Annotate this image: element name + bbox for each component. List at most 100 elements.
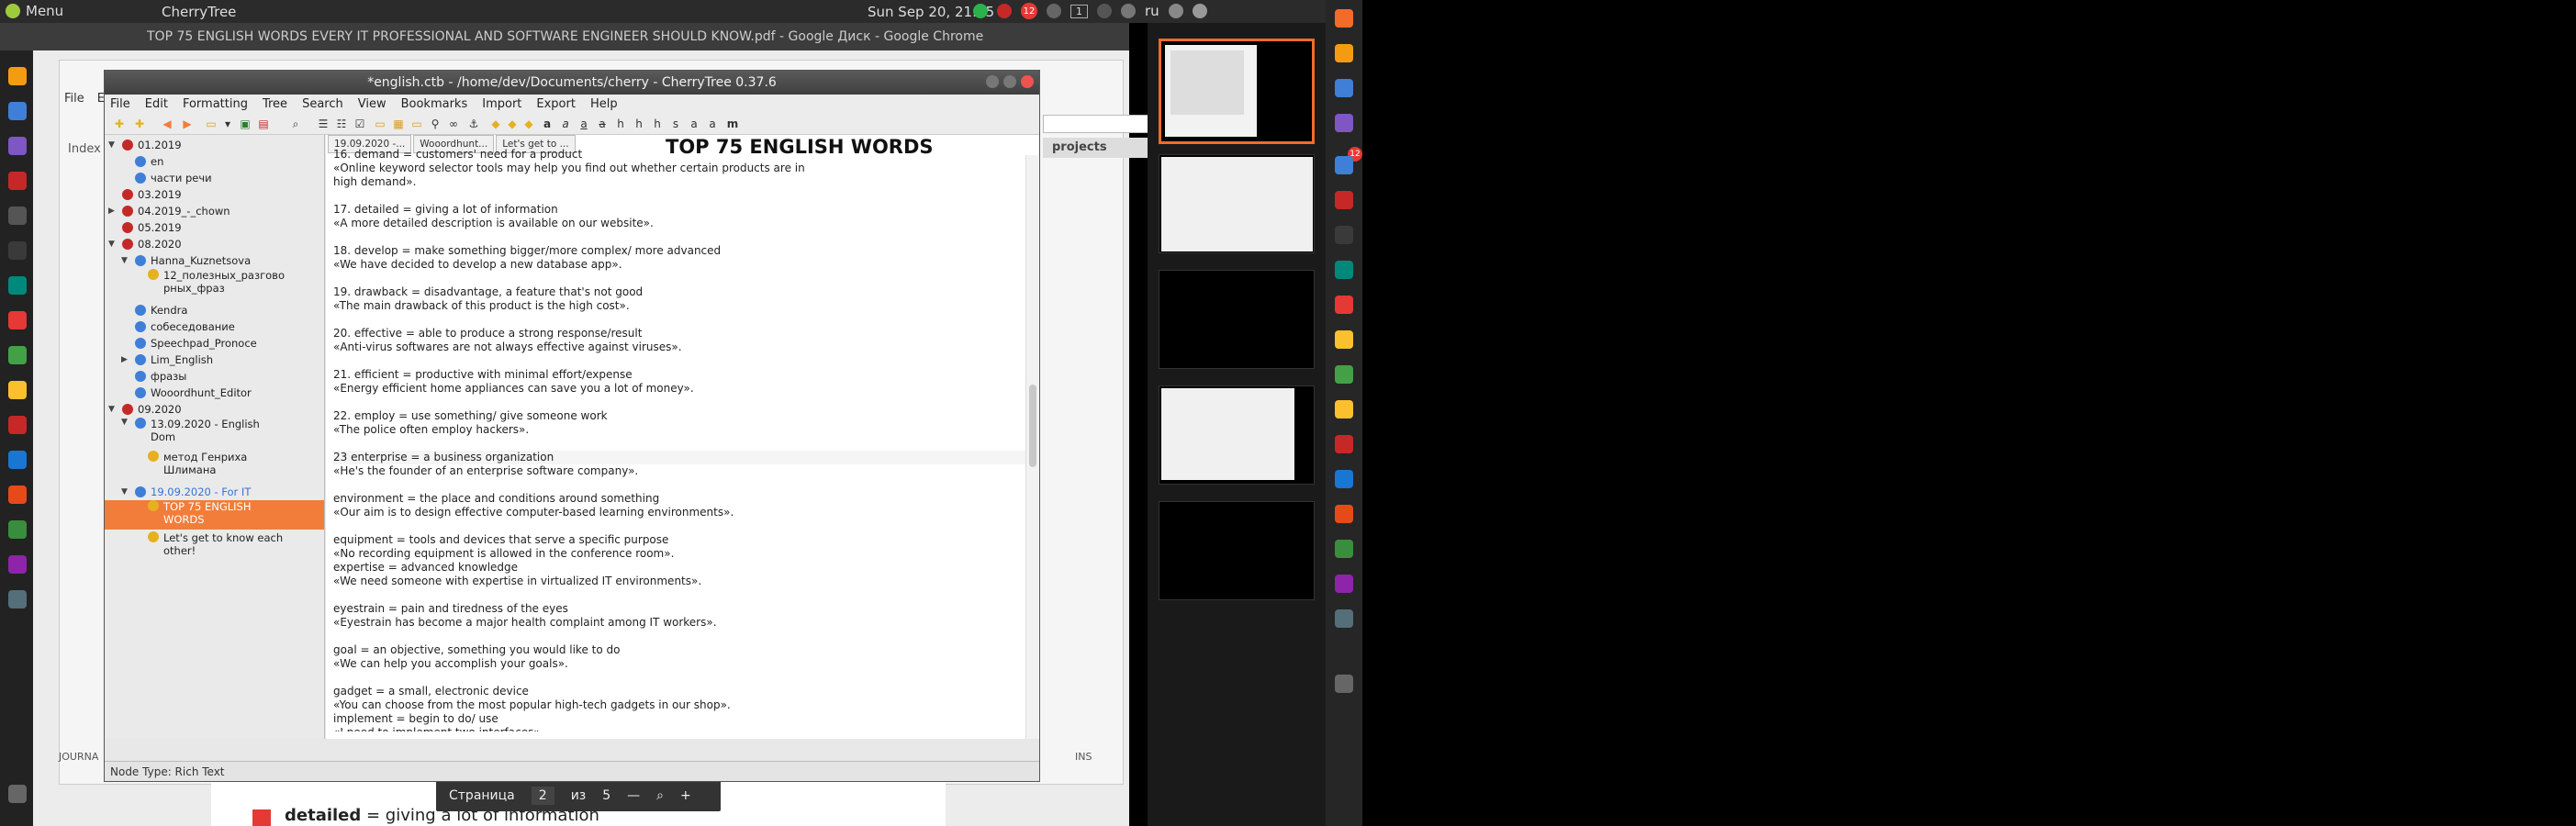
tree-node[interactable]: ▶ 04.2019_-_chown (108, 203, 324, 219)
tree-node[interactable]: 03.2019 (108, 186, 324, 203)
app-icon[interactable] (8, 276, 27, 295)
calculator-icon[interactable] (1335, 540, 1353, 558)
subscript-icon[interactable]: a (705, 117, 720, 131)
page-number-input[interactable]: 2 (531, 787, 554, 805)
expand-arrow-icon[interactable]: ▼ (121, 487, 130, 497)
workspace-indicator[interactable]: 1 (1070, 4, 1088, 18)
cherrytree-titlebar[interactable]: *english.ctb - /home/dev/Documents/cherr… (105, 71, 1039, 95)
workspace-thumbnail[interactable] (1159, 385, 1315, 485)
projects-tab[interactable]: projects (1043, 138, 1153, 158)
go-back-icon[interactable]: ◀ (160, 117, 174, 131)
tree-node[interactable]: ▼ 01.2019 (108, 137, 324, 153)
app-icon[interactable] (1335, 9, 1353, 28)
dropdown-arrow-icon[interactable]: ▾ (220, 117, 235, 131)
apps-grid-icon[interactable] (1097, 4, 1112, 18)
heading1-icon[interactable]: h (613, 117, 628, 131)
expand-arrow-icon[interactable]: ▼ (108, 405, 118, 414)
bold-icon[interactable]: a (540, 117, 554, 131)
tree-node[interactable]: части речи (121, 170, 324, 186)
app-icon[interactable] (8, 102, 27, 120)
zoom-out-icon[interactable]: — (627, 788, 640, 803)
editor-scrollbar[interactable] (1025, 155, 1038, 739)
main-menu-button[interactable]: Menu (6, 3, 63, 19)
open-file-icon[interactable]: ▭ (204, 117, 218, 131)
app-icon[interactable] (1335, 156, 1353, 174)
settings-icon[interactable] (8, 590, 27, 608)
expand-arrow-icon[interactable]: ▼ (121, 418, 130, 427)
app-icon[interactable] (1335, 365, 1353, 384)
git-icon[interactable] (1335, 505, 1353, 523)
bulleted-list-icon[interactable]: ☰ (316, 117, 330, 131)
menu-file[interactable]: File (110, 97, 130, 111)
close-button[interactable] (1021, 75, 1034, 88)
save-icon[interactable]: ▣ (238, 117, 252, 131)
export-pdf-icon[interactable]: ▤ (256, 117, 271, 131)
tree-node[interactable]: ▼ 08.2020 (108, 236, 324, 252)
tree-node[interactable]: ▼ 09.2020 (108, 401, 324, 418)
app-icon[interactable] (8, 451, 27, 469)
insert-link-icon[interactable]: ∞ (446, 117, 461, 131)
tree-node[interactable]: Kendra (121, 302, 324, 318)
foreground-color-icon[interactable]: ◆ (488, 117, 503, 131)
app-icon[interactable] (1335, 191, 1353, 209)
tree-node[interactable]: Wooordhunt_Editor (121, 385, 324, 401)
status-icon[interactable] (973, 4, 988, 18)
app-icon[interactable] (8, 381, 27, 399)
menu-file[interactable]: File (64, 92, 84, 106)
insert-image-icon[interactable]: ▭ (373, 117, 387, 131)
collapse-arrow-icon[interactable]: ▶ (108, 206, 118, 216)
highlight-icon[interactable]: ◆ (521, 117, 536, 131)
underline-icon[interactable]: a (577, 117, 591, 131)
menu-edit[interactable]: Edit (145, 97, 168, 111)
add-node-icon[interactable]: ✚ (112, 117, 127, 131)
italic-icon[interactable]: a (558, 117, 573, 131)
scrollbar-thumb[interactable] (1029, 385, 1036, 467)
collapse-arrow-icon[interactable]: ▶ (121, 355, 130, 364)
heading2-icon[interactable]: h (632, 117, 646, 131)
rich-text-editor[interactable]: 16. demand = customers' need for a produ… (326, 148, 1025, 731)
menu-export[interactable]: Export (536, 97, 576, 111)
cherrytree-icon[interactable] (1335, 435, 1353, 453)
maximize-button[interactable] (1003, 75, 1016, 88)
network-icon[interactable] (1047, 4, 1061, 18)
settings-icon[interactable] (1335, 609, 1353, 628)
viber-icon[interactable] (8, 137, 27, 155)
menu-search[interactable]: Search (302, 97, 343, 111)
minimize-button[interactable] (986, 75, 999, 88)
superscript-icon[interactable]: a (687, 117, 701, 131)
tree-node[interactable]: TOP 75 ENGLISH WORDS (105, 500, 324, 530)
tree-node[interactable]: ▶ Lim_English (121, 352, 324, 368)
app-icon[interactable] (1335, 400, 1353, 419)
insert-codebox-icon[interactable]: ▭ (409, 117, 424, 131)
git-icon[interactable] (8, 486, 27, 504)
menu-formatting[interactable]: Formatting (183, 97, 248, 111)
show-apps-icon[interactable] (1335, 675, 1353, 693)
workspace-thumbnail[interactable] (1159, 39, 1315, 144)
app-icon[interactable] (8, 555, 27, 574)
numbered-list-icon[interactable]: ☷ (334, 117, 349, 131)
app-icon[interactable] (1335, 575, 1353, 593)
tree-node[interactable]: собеседование (121, 318, 324, 335)
cherrytree-icon[interactable] (8, 416, 27, 434)
workspace-thumbnail[interactable] (1159, 270, 1315, 369)
show-apps-icon[interactable] (8, 785, 27, 803)
add-subnode-icon[interactable]: ✚ (132, 117, 147, 131)
tree-node[interactable]: ▼ 19.09.2020 - For IT (121, 484, 324, 500)
tree-node[interactable]: 12_полезных_разгово рных_фраз (134, 269, 324, 298)
app-icon[interactable] (8, 67, 27, 85)
tree-node[interactable]: ▼ 13.09.2020 - English Dom (121, 418, 324, 447)
menu-import[interactable]: Import (482, 97, 521, 111)
expand-arrow-icon[interactable]: ▼ (108, 140, 118, 150)
expand-arrow-icon[interactable]: ▼ (121, 256, 130, 265)
menu-tree[interactable]: Tree (263, 97, 287, 111)
go-forward-icon[interactable]: ▶ (180, 117, 195, 131)
night-mode-icon[interactable] (1121, 4, 1136, 18)
text-editor-icon[interactable] (1335, 330, 1353, 349)
workspace-thumbnail[interactable] (1159, 154, 1315, 253)
small-text-icon[interactable]: s (668, 117, 683, 131)
zoom-icon[interactable]: ⌕ (656, 788, 664, 803)
search-field[interactable] (1043, 115, 1153, 133)
heading3-icon[interactable]: h (650, 117, 665, 131)
chrome-icon[interactable] (1335, 296, 1353, 314)
zoom-in-icon[interactable]: + (680, 788, 691, 803)
